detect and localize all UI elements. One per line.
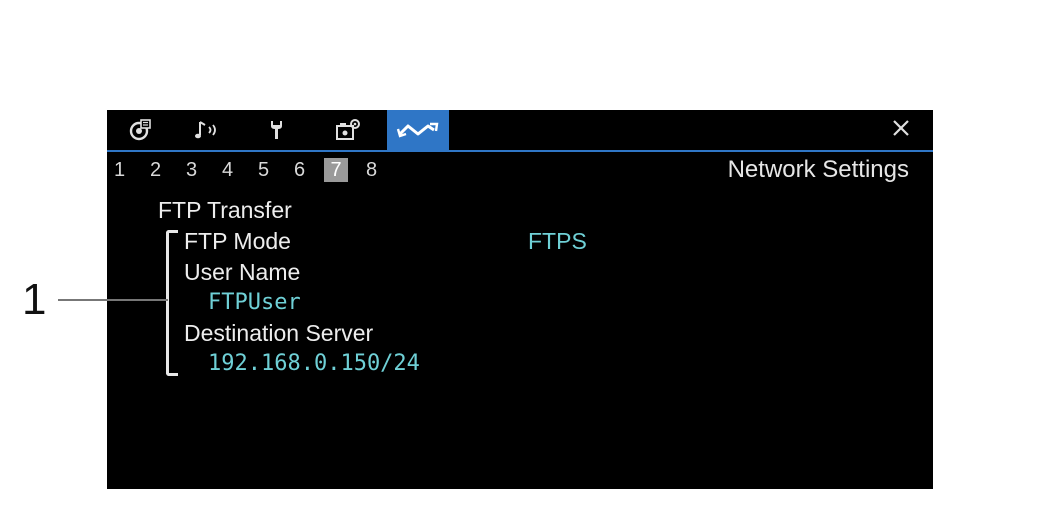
page-number-1[interactable]: 1 [112,158,148,182]
destination-server-label[interactable]: Destination Server [184,319,373,347]
tab-camera-settings[interactable] [111,110,169,150]
menu-title: Network Settings [727,156,909,183]
network-icon [396,118,440,142]
wrench-icon [264,118,288,142]
menu-tab-bar [107,110,933,150]
page-number-4[interactable]: 4 [220,158,256,182]
page-number-8[interactable]: 8 [364,158,400,182]
page: 1 2 3 4 5 6 7 8 Network Settings FTP Tra… [0,0,1054,532]
page-number-2[interactable]: 2 [148,158,184,182]
page-number-5[interactable]: 5 [256,158,292,182]
close-button[interactable] [887,116,915,144]
tab-system[interactable] [247,110,305,150]
custom-settings-icon [335,118,361,142]
close-icon [891,118,911,143]
ftp-mode-value[interactable]: FTPS [528,227,587,255]
page-number-6[interactable]: 6 [292,158,328,182]
group-bracket [166,230,178,376]
callout-leader-line [58,299,168,301]
page-number-7-active[interactable]: 7 [324,158,364,182]
section-title: FTP Transfer [158,197,292,223]
user-name-value[interactable]: FTPUser [208,289,301,317]
tab-audio[interactable] [179,110,237,150]
tab-network[interactable] [387,110,449,150]
page-number-3[interactable]: 3 [184,158,220,182]
user-name-label[interactable]: User Name [184,258,300,286]
tab-bar-underline [107,150,933,152]
camera-menu-screen: 1 2 3 4 5 6 7 8 Network Settings FTP Tra… [107,110,933,489]
camera-settings-icon [128,118,152,142]
audio-icon [194,118,222,142]
tab-custom-settings[interactable] [319,110,377,150]
destination-server-value[interactable]: 192.168.0.150/24 [208,350,420,378]
page-selector: 1 2 3 4 5 6 7 8 [112,157,400,183]
ftp-mode-label[interactable]: FTP Mode [184,227,291,255]
callout-number: 1 [22,275,47,324]
